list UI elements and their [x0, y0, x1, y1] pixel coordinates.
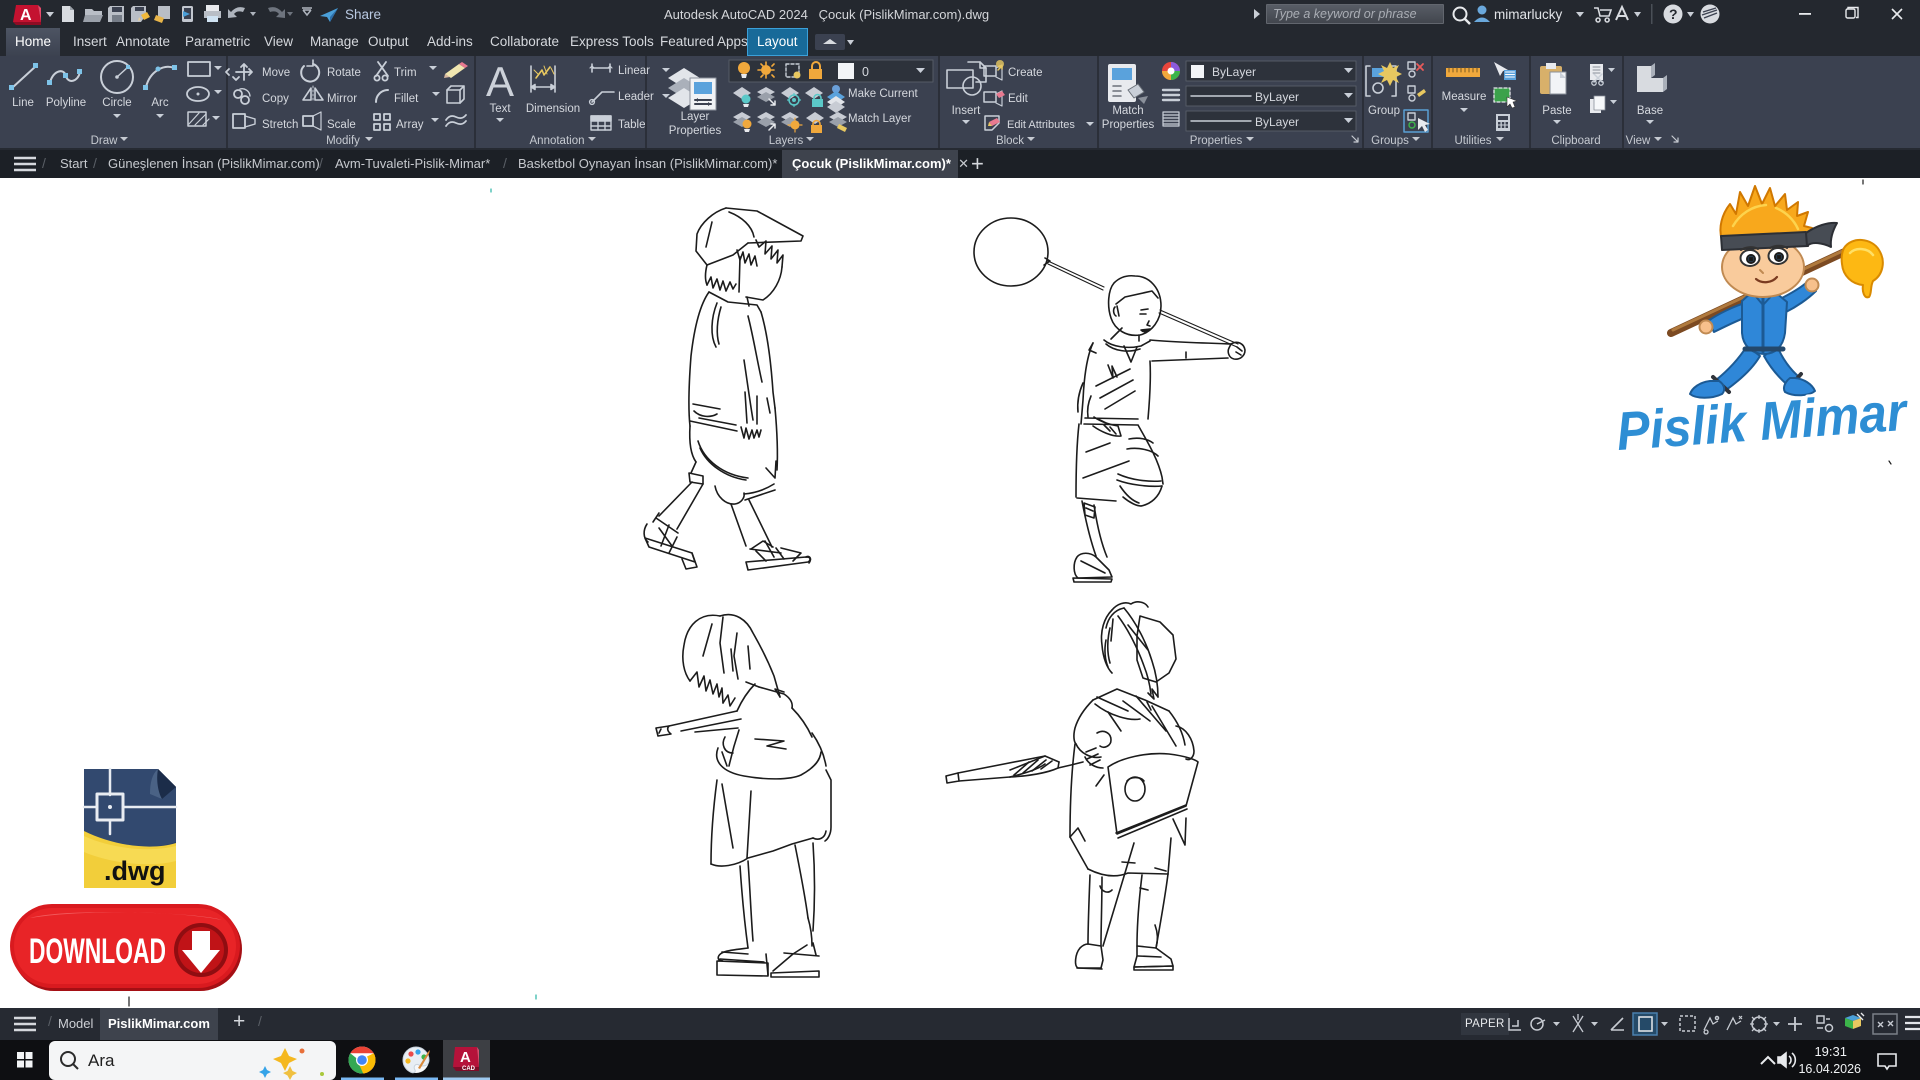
- svg-text:Mirror: Mirror: [327, 93, 357, 105]
- svg-text:Clipboard: Clipboard: [1551, 135, 1600, 147]
- svg-text:Base: Base: [1637, 105, 1663, 117]
- svg-text:ByLayer: ByLayer: [1255, 90, 1299, 104]
- svg-text:Layers: Layers: [769, 135, 804, 147]
- svg-text:Copy: Copy: [262, 93, 289, 105]
- svg-text:Edit Attributes: Edit Attributes: [1007, 119, 1075, 131]
- svg-text:19:31: 19:31: [1814, 1044, 1847, 1059]
- svg-text:?: ?: [1669, 6, 1678, 22]
- svg-text:Trim: Trim: [394, 67, 417, 79]
- svg-text:Match: Match: [1112, 105, 1143, 117]
- svg-text:Create: Create: [1008, 67, 1043, 79]
- svg-text:Match Layer: Match Layer: [848, 113, 911, 125]
- svg-text:mimarlucky: mimarlucky: [1494, 7, 1563, 22]
- svg-text:View: View: [1626, 135, 1651, 147]
- svg-text:Move: Move: [262, 67, 290, 79]
- svg-text:Groups: Groups: [1371, 135, 1409, 147]
- svg-text:Layer: Layer: [681, 111, 710, 123]
- svg-text:Properties: Properties: [1102, 119, 1155, 131]
- svg-text:Share: Share: [345, 7, 381, 22]
- svg-text:Line: Line: [12, 97, 34, 109]
- svg-text:Dimension: Dimension: [526, 103, 580, 115]
- svg-text:Stretch: Stretch: [262, 119, 298, 131]
- svg-text:Draw: Draw: [91, 135, 119, 147]
- svg-text:ByLayer: ByLayer: [1212, 65, 1256, 79]
- svg-text:Properties: Properties: [1190, 135, 1243, 147]
- svg-text:Make Current: Make Current: [848, 88, 918, 100]
- svg-text:Circle: Circle: [102, 97, 131, 109]
- svg-text:ByLayer: ByLayer: [1255, 115, 1299, 129]
- svg-text:.dwg: .dwg: [104, 856, 166, 886]
- svg-text:Leader: Leader: [618, 91, 654, 103]
- svg-text:A: A: [460, 1049, 471, 1066]
- svg-text:Fillet: Fillet: [394, 93, 419, 105]
- svg-text:Array: Array: [396, 119, 424, 131]
- svg-text:Utilities: Utilities: [1454, 135, 1491, 147]
- svg-text:Table: Table: [618, 119, 646, 131]
- svg-text:CAD: CAD: [462, 1066, 476, 1072]
- svg-text:Annotation: Annotation: [530, 135, 585, 147]
- svg-text:Arc: Arc: [151, 97, 169, 109]
- svg-text:Insert: Insert: [952, 105, 982, 117]
- svg-text:Group: Group: [1368, 105, 1400, 117]
- svg-text:A: A: [486, 58, 514, 105]
- svg-text:Measure: Measure: [1442, 91, 1487, 103]
- svg-text:Polyline: Polyline: [46, 97, 86, 109]
- svg-text:Edit: Edit: [1008, 93, 1029, 105]
- svg-text:Ara: Ara: [88, 1051, 115, 1070]
- svg-text:Block: Block: [996, 135, 1024, 147]
- svg-text:16.04.2026: 16.04.2026: [1798, 1062, 1861, 1076]
- svg-text:Scale: Scale: [327, 119, 356, 131]
- svg-text:Paste: Paste: [1542, 105, 1571, 117]
- svg-text:Text: Text: [489, 103, 511, 115]
- svg-text:Rotate: Rotate: [327, 67, 361, 79]
- svg-text:Linear: Linear: [618, 65, 650, 77]
- svg-text:Pislik Mimar: Pislik Mimar: [1615, 382, 1911, 462]
- svg-text:0: 0: [862, 65, 869, 79]
- svg-text:DOWNLOAD: DOWNLOAD: [29, 932, 166, 971]
- svg-text:Properties: Properties: [669, 125, 722, 137]
- svg-text:A: A: [20, 7, 32, 24]
- svg-text:Modify: Modify: [326, 135, 360, 147]
